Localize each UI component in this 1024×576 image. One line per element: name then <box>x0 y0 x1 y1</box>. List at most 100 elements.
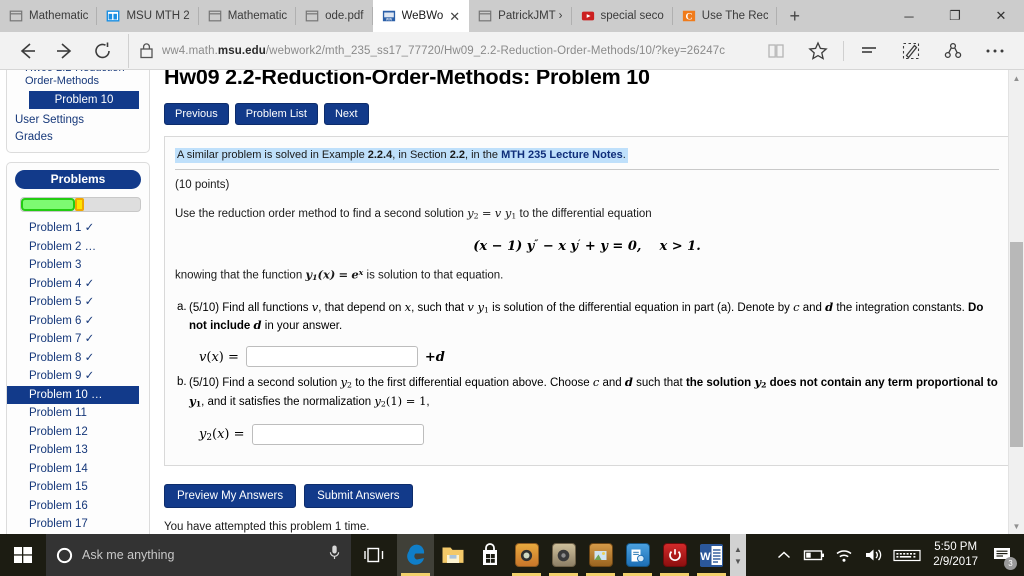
page-scrollbar[interactable]: ▲ ▼ <box>1008 70 1024 534</box>
part-a-marker: a. <box>177 300 187 313</box>
problems-header[interactable]: Problems <box>15 170 141 189</box>
main-content: Hw09 2.2-Reduction-Order-Methods: Proble… <box>156 70 1024 534</box>
share-icon[interactable] <box>932 34 974 68</box>
list-item[interactable]: Problem 1 ✓ <box>7 219 149 238</box>
browser-tab-5[interactable]: PatrickJMT › <box>469 0 572 32</box>
list-item[interactable]: Problem 9 ✓ <box>7 367 149 386</box>
problem-parts-b: b. (5/10) Find a second solution y2 to t… <box>175 375 999 411</box>
browser-tab-0[interactable]: Mathematic <box>0 0 98 32</box>
page-icon <box>9 10 23 22</box>
list-item[interactable]: Problem 6 ✓ <box>7 312 149 331</box>
answer-input-b[interactable] <box>251 423 424 445</box>
sidebar-link-user-settings[interactable]: User Settings <box>7 112 149 129</box>
taskbar-app-store[interactable] <box>471 534 508 576</box>
submit-answers-button[interactable]: Submit Answers <box>304 483 413 508</box>
sidebar-current-problem[interactable]: Problem 10 <box>29 91 139 109</box>
speaker-icon[interactable] <box>859 534 889 576</box>
browser-tab-2[interactable]: Mathematic <box>198 0 297 32</box>
windows-start-icon[interactable] <box>0 534 46 576</box>
page-title: Hw09 2.2-Reduction-Order-Methods: Proble… <box>164 70 650 89</box>
taskbar-app-settings[interactable] <box>619 534 656 576</box>
list-item[interactable]: Problem 16 <box>7 497 149 516</box>
keyboard-icon[interactable] <box>889 534 925 576</box>
taskbar-app-dropbox[interactable] <box>582 534 619 576</box>
list-item[interactable]: Problem 11 <box>7 404 149 423</box>
forward-arrow-icon <box>57 42 72 59</box>
show-hidden-icons-chevron-up-icon[interactable] <box>769 534 799 576</box>
list-item[interactable]: Problem 7 ✓ <box>7 330 149 349</box>
chevron-down-icon[interactable]: ▼ <box>734 557 742 565</box>
scroll-down-arrow-icon[interactable]: ▼ <box>1009 518 1024 534</box>
maximize-restore-button[interactable]: ❐ <box>932 0 978 32</box>
browser-tab-label: ode.pdf <box>325 10 364 22</box>
browser-tab-label: Mathematic <box>227 10 288 22</box>
task-view-icon[interactable] <box>351 534 397 576</box>
settings-app-icon <box>625 543 650 567</box>
scroll-up-arrow-icon[interactable]: ▲ <box>1009 70 1024 86</box>
list-item[interactable]: Problem 12 <box>7 423 149 442</box>
page-icon <box>478 10 492 22</box>
browser-tab-4-active[interactable]: ww WeBWo ✕ <box>372 0 470 32</box>
browser-tab-3[interactable]: ode.pdf <box>296 0 373 32</box>
refresh-button[interactable] <box>84 34 122 68</box>
taskbar-app-word[interactable]: W <box>693 534 730 576</box>
forward-button[interactable] <box>46 34 84 68</box>
new-tab-button[interactable]: + <box>776 0 813 32</box>
browser-tab-label: Mathematic <box>29 10 89 22</box>
taskbar-app-power[interactable] <box>656 534 693 576</box>
problem-list-button[interactable]: Problem List <box>234 103 318 125</box>
address-bar[interactable]: ww4.math.msu.edu/webwork2/mth_235_ss17_7… <box>128 33 751 68</box>
scrollbar-thumb[interactable] <box>1010 242 1023 447</box>
tab-close-icon[interactable]: ✕ <box>449 10 460 23</box>
list-item[interactable]: Problem 13 <box>7 441 149 460</box>
list-item-selected[interactable]: Problem 10 … <box>7 385 139 404</box>
action-center-icon[interactable]: 3 <box>986 534 1020 576</box>
hub-icon[interactable] <box>848 34 890 68</box>
list-item[interactable]: Problem 4 ✓ <box>7 275 149 294</box>
previous-button[interactable]: Previous <box>164 103 229 125</box>
favorite-star-icon[interactable] <box>797 34 839 68</box>
microphone-icon[interactable] <box>328 544 341 566</box>
refresh-icon <box>95 42 110 58</box>
list-item[interactable]: Problem 15 <box>7 478 149 497</box>
browser-tab-7[interactable]: C Use The Rec <box>672 0 777 32</box>
list-item[interactable]: Problem 2 … <box>7 238 149 257</box>
search-input[interactable]: Ask me anything <box>46 534 351 576</box>
windows-taskbar: Ask me anything W ▲ ▼ 5:50 PM 2/9/2017 3 <box>0 534 1024 576</box>
list-item[interactable]: Problem 3 <box>7 256 149 275</box>
lecture-notes-link[interactable]: MTH 235 Lecture Notes <box>501 149 623 161</box>
taskbar-clock[interactable]: 5:50 PM 2/9/2017 <box>925 540 986 570</box>
problem-knowing: knowing that the function y1(x) = ex is … <box>175 267 504 282</box>
battery-icon[interactable] <box>799 534 829 576</box>
more-icon[interactable] <box>974 34 1016 68</box>
part-a-text: (5/10) Find all functions v, that depend… <box>189 299 984 332</box>
similar-note-post: , in the <box>465 149 502 161</box>
close-window-button[interactable]: ✕ <box>978 0 1024 32</box>
sidebar-nav-panel: Hw09 2.2-Reduction- Order-Methods Proble… <box>6 70 150 153</box>
dropbox-icon <box>588 543 613 567</box>
next-button[interactable]: Next <box>323 103 369 125</box>
reading-view-icon[interactable] <box>755 34 797 68</box>
list-item[interactable]: Problem 5 ✓ <box>7 293 149 312</box>
browser-tab-6[interactable]: special seco <box>571 0 673 32</box>
svg-text:C: C <box>685 12 692 23</box>
taskbar-app-file-explorer[interactable] <box>434 534 471 576</box>
list-item[interactable]: Problem 14 <box>7 460 149 479</box>
browser-tab-1[interactable]: MSU MTH 2 <box>97 0 199 32</box>
taskbar-overflow-chevrons[interactable]: ▲ ▼ <box>730 534 746 576</box>
sidebar-link-grades[interactable]: Grades <box>7 129 149 146</box>
chevron-up-icon[interactable]: ▲ <box>734 545 742 553</box>
taskbar-app-photo-viewer[interactable] <box>508 534 545 576</box>
taskbar-app-edge[interactable] <box>397 534 434 576</box>
answer-input-a[interactable] <box>245 346 418 368</box>
answer-row-a: v(x) = +d <box>199 346 999 368</box>
wifi-icon[interactable] <box>829 534 859 576</box>
preview-answers-button[interactable]: Preview My Answers <box>164 483 297 508</box>
minimize-button[interactable]: ─ <box>886 0 932 32</box>
page-viewport: Hw09 2.2-Reduction- Order-Methods Proble… <box>0 70 1024 534</box>
list-item[interactable]: Problem 17 <box>7 515 149 534</box>
taskbar-app-media-player[interactable] <box>545 534 582 576</box>
web-note-icon[interactable] <box>890 34 932 68</box>
back-button[interactable] <box>8 34 46 68</box>
list-item[interactable]: Problem 8 ✓ <box>7 349 149 368</box>
